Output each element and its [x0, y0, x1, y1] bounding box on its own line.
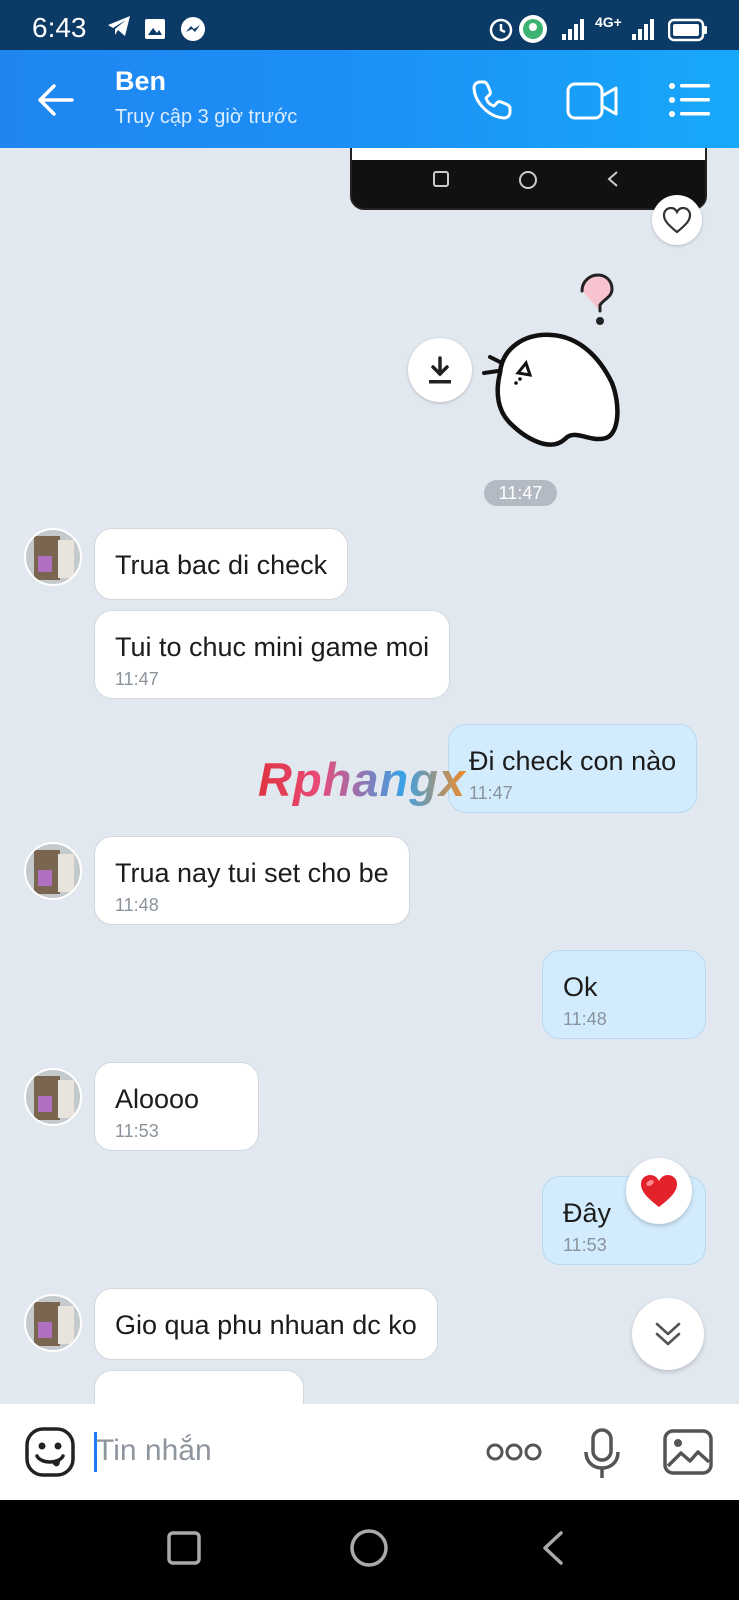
message-text: Tui to chuc mini game moi [115, 632, 430, 662]
nav-square-icon [433, 171, 449, 187]
message-bubble-incoming[interactable]: Gio qua phu nhuan dc ko [94, 1288, 438, 1360]
more-dots-icon[interactable] [486, 1442, 542, 1462]
status-time: 6:43 [32, 12, 87, 43]
message-input[interactable]: Tin nhắn [96, 1434, 212, 1468]
message-bubble-incoming[interactable]: Aloooo 11:53 [94, 1062, 259, 1151]
composer-bar: Tin nhắn [0, 1404, 739, 1500]
back-arrow-icon[interactable] [36, 80, 76, 120]
signal-icon-1 [562, 19, 584, 40]
video-call-icon[interactable] [566, 82, 618, 120]
heart-outline-icon [662, 206, 692, 234]
message-bubble-outgoing[interactable]: Ok 11:48 [542, 950, 706, 1039]
phone-icon[interactable] [470, 78, 514, 122]
message-text: Gio qua phu nhuan dc ko [115, 1310, 417, 1340]
react-heart-button[interactable] [652, 195, 702, 245]
message-time: 11:47 [115, 669, 159, 689]
status-bar: 6:43 4G+ [0, 0, 739, 50]
image-message-partial[interactable] [350, 148, 707, 210]
menu-list-icon[interactable] [668, 80, 712, 120]
chat-header: Ben Truy cập 3 giờ trước [0, 50, 739, 148]
message-text: Trua nay tui set cho be [115, 858, 389, 888]
image-icon[interactable] [662, 1428, 714, 1476]
message-time: 11:48 [115, 895, 159, 915]
signal-icon-2 [632, 19, 654, 40]
contact-avatar[interactable] [24, 1068, 82, 1126]
contact-name[interactable]: Ben [115, 66, 166, 97]
message-bubble-incoming[interactable]: Trua bac di check [94, 528, 349, 600]
contact-avatar[interactable] [24, 528, 82, 586]
battery-icon [668, 18, 707, 42]
message-text: Aloooo [115, 1084, 200, 1114]
recent-apps-icon[interactable] [166, 1530, 202, 1566]
download-icon [429, 356, 451, 384]
message-bubble-incoming[interactable]: Tui to chuc mini game moi 11:47 [94, 610, 451, 699]
message-time: 11:48 [563, 1009, 607, 1029]
contact-avatar[interactable] [24, 1294, 82, 1352]
nav-back-icon [607, 171, 618, 187]
location-badge-icon [519, 15, 547, 43]
ghost-sticker[interactable] [480, 263, 640, 473]
message-bubble-incoming[interactable]: Trua nay tui set cho be 11:48 [94, 836, 410, 925]
message-text: Đi check con nào [469, 746, 677, 776]
gallery-icon [145, 19, 165, 39]
heart-reaction-icon [641, 1175, 677, 1207]
contact-last-seen: Truy cập 3 giờ trước [115, 106, 298, 128]
watermark-logo: Rphangx [258, 753, 467, 806]
message-list[interactable]: 11:47 Trua bac di check Tui to chuc mini… [0, 148, 739, 1404]
message-time: 11:53 [563, 1235, 607, 1255]
emoji-icon[interactable] [24, 1426, 76, 1478]
scroll-to-bottom-button[interactable] [632, 1298, 704, 1370]
message-time: 11:53 [115, 1121, 159, 1141]
question-mark-icon [580, 273, 614, 325]
system-nav-bar [0, 1500, 739, 1600]
message-bubble-partial[interactable] [94, 1370, 304, 1404]
back-nav-icon[interactable] [540, 1530, 566, 1566]
home-icon[interactable] [349, 1528, 389, 1568]
microphone-icon[interactable] [582, 1428, 622, 1480]
messenger-icon [181, 17, 205, 41]
double-chevron-down-icon [655, 1322, 681, 1346]
message-text: Ok [563, 972, 598, 1002]
contact-avatar[interactable] [24, 842, 82, 900]
telegram-icon [108, 16, 130, 36]
heart-reaction-badge[interactable] [626, 1158, 692, 1224]
message-bubble-outgoing[interactable]: Đi check con nào 11:47 [448, 724, 698, 813]
network-type-label: 4G+ [595, 14, 622, 30]
message-text: Trua bac di check [115, 550, 328, 580]
nav-circle-icon [519, 171, 537, 189]
message-time: 11:47 [469, 783, 513, 803]
sticker-timestamp: 11:47 [484, 480, 557, 506]
download-button[interactable] [408, 338, 472, 402]
alarm-icon [489, 18, 513, 42]
